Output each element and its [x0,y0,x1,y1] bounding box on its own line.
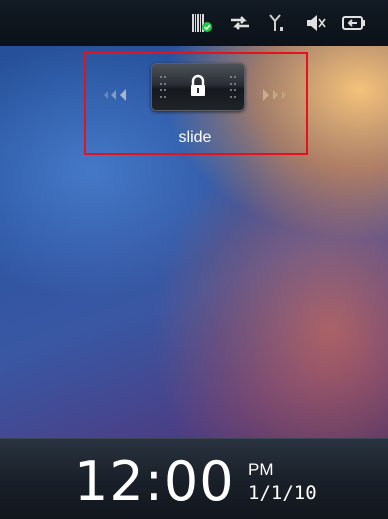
data-sync-icon[interactable] [228,12,252,34]
highlight-box [84,52,308,155]
lock-screen: slide 12:00 PM 1/1/10 [0,0,388,519]
clock-time: 12:00 [74,450,235,513]
clock-date: 1/1/10 [248,482,317,504]
barcode-app-icon[interactable] [190,12,214,34]
battery-charging-icon[interactable] [342,12,366,34]
signal-strength-icon[interactable] [266,12,290,34]
clock-ampm: PM [248,460,274,479]
status-bar [0,0,388,46]
speaker-muted-icon[interactable] [304,12,328,34]
status-icons [190,0,388,46]
